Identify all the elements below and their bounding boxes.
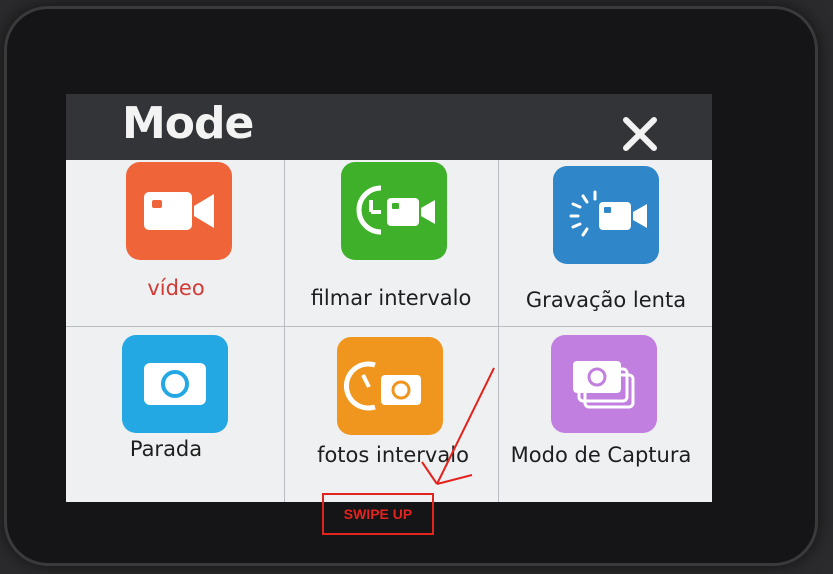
swipe-arrow-icon	[421, 367, 495, 485]
swipe-up-annotation: SWIPE UP	[322, 493, 434, 535]
